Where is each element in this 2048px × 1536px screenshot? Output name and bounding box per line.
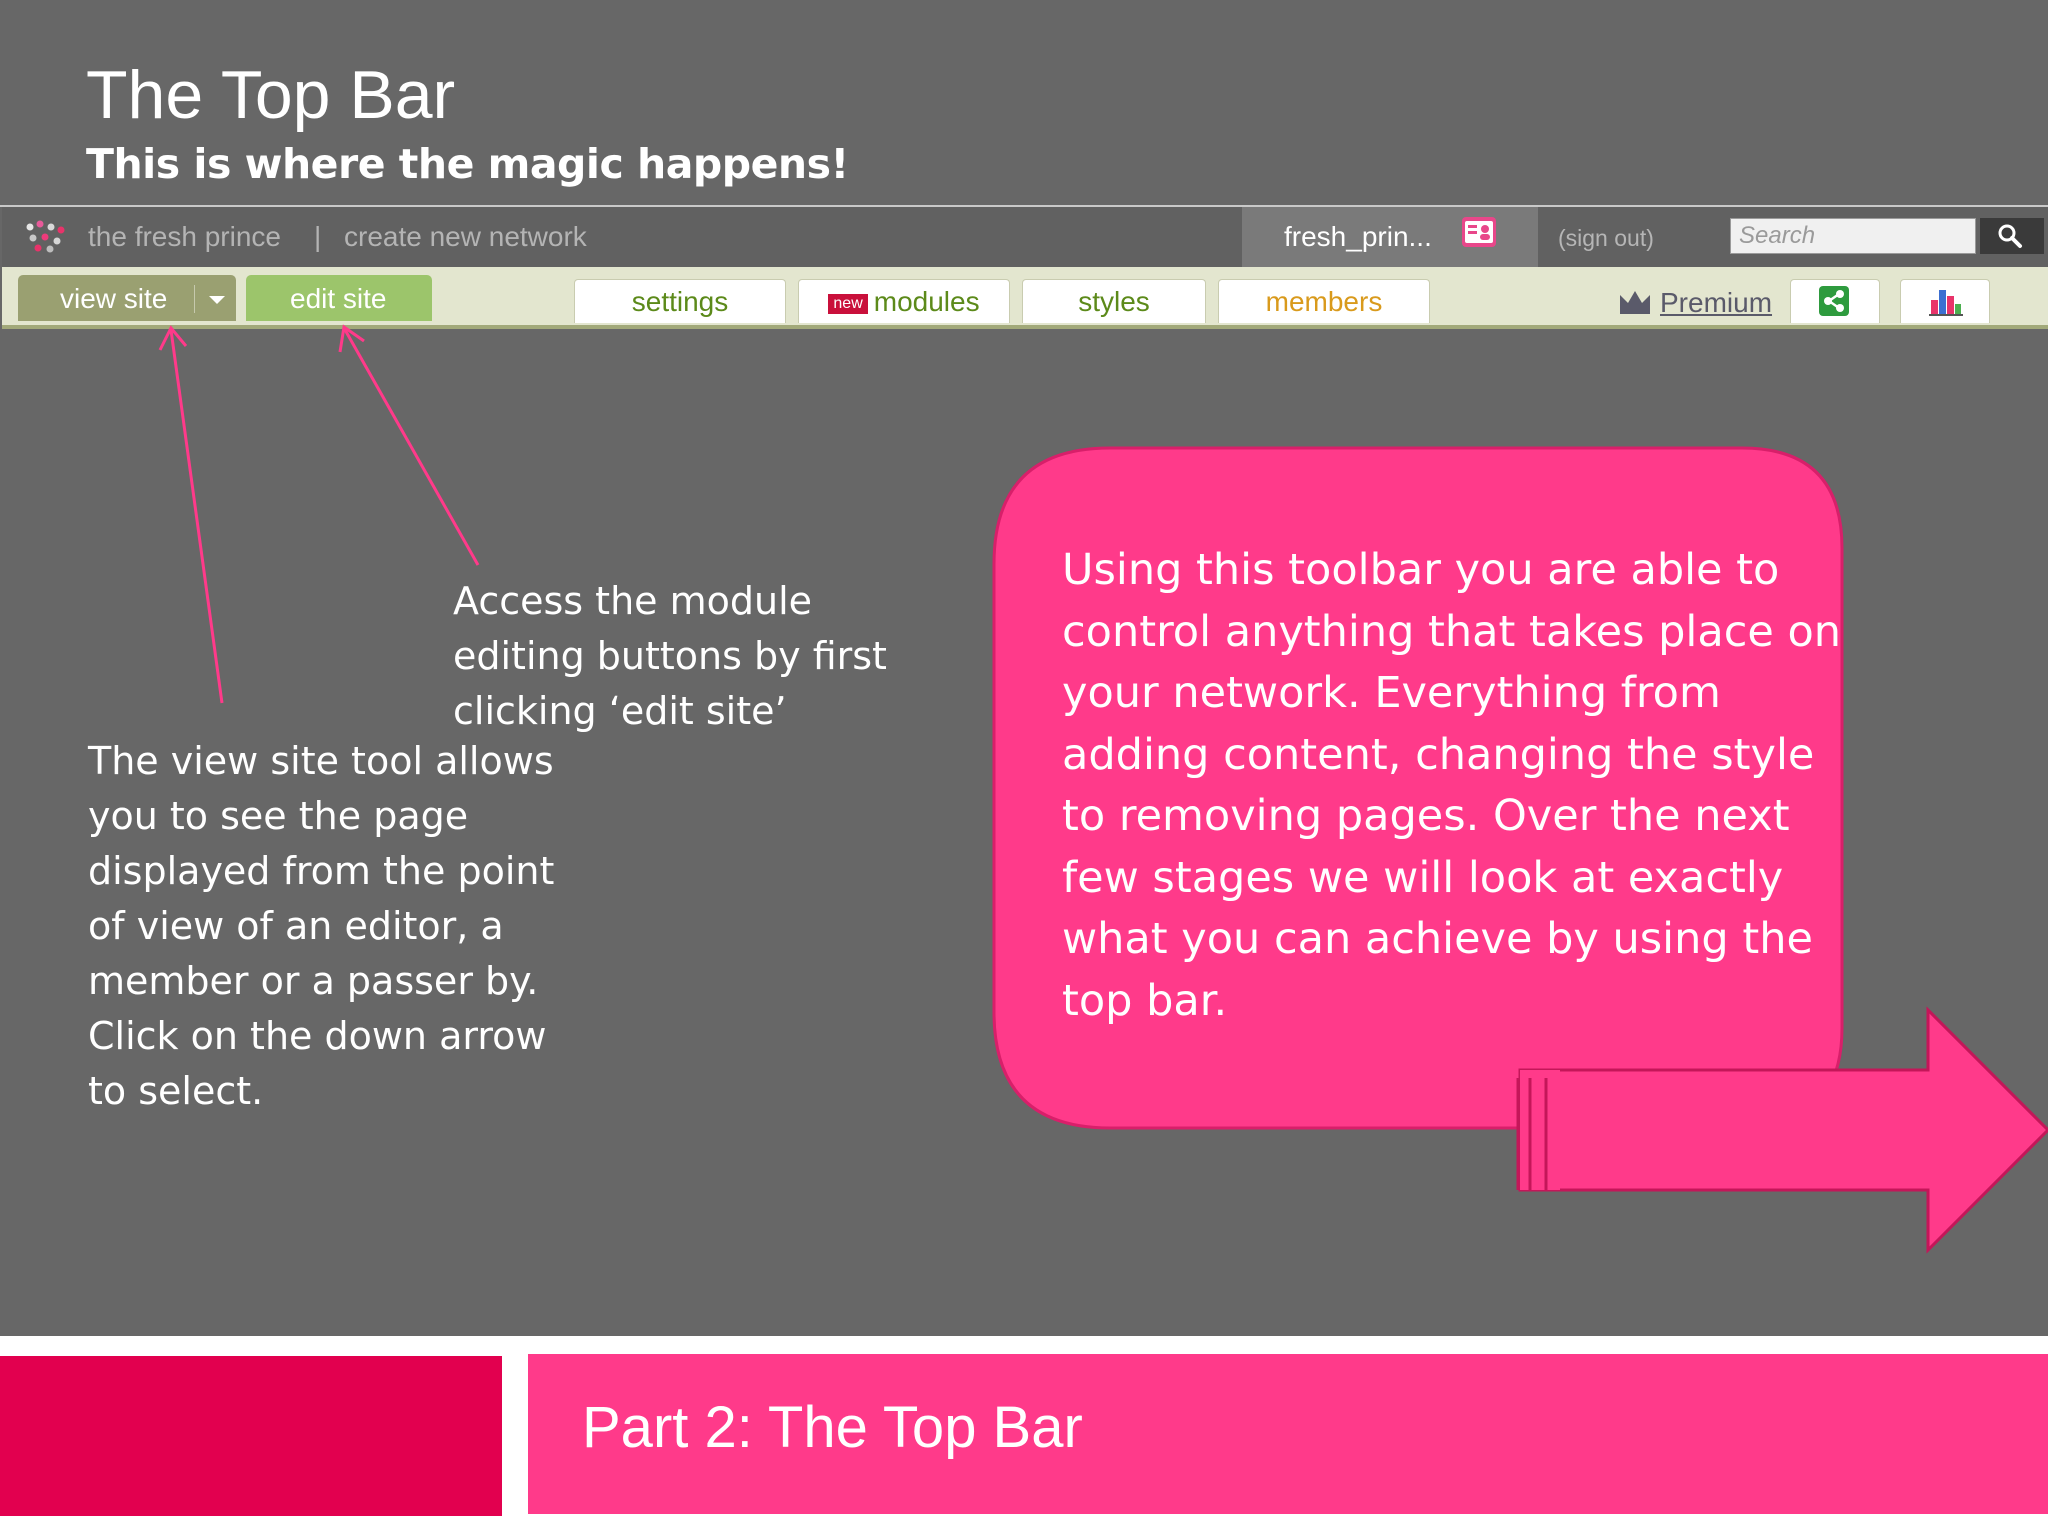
- new-badge: new: [828, 293, 868, 314]
- crown-icon: [1620, 291, 1650, 314]
- bar-chart-icon: [1929, 290, 1963, 316]
- share-button[interactable]: [1790, 279, 1880, 323]
- tab-settings[interactable]: settings: [574, 279, 786, 323]
- network-name-link[interactable]: the fresh prince: [88, 221, 281, 253]
- slide-title: The Top Bar: [86, 57, 456, 133]
- sign-out-link[interactable]: (sign out): [1558, 225, 1654, 252]
- edit-site-button[interactable]: edit site: [246, 275, 432, 321]
- chevron-down-icon[interactable]: [204, 287, 230, 311]
- top-bar-screenshot: the fresh prince | create new network fr…: [2, 207, 2048, 335]
- edit-site-pointer-arrow: [338, 324, 480, 566]
- footer-accent-block: [0, 1356, 502, 1516]
- share-icon: [1819, 286, 1849, 316]
- callout-bubble-text: Using this toolbar you are able to contr…: [1062, 545, 1842, 1026]
- username-link[interactable]: fresh_prin...: [1284, 221, 1432, 253]
- toolbar-top-row: the fresh prince | create new network fr…: [2, 207, 2048, 267]
- stats-button[interactable]: [1900, 279, 1990, 323]
- separator: |: [314, 221, 322, 252]
- view-site-pointer-arrow: [158, 325, 224, 704]
- user-account-box: fresh_prin...: [1242, 207, 1538, 267]
- profile-card-icon[interactable]: [1462, 217, 1496, 247]
- premium-label: Premium: [1660, 287, 1773, 318]
- tab-modules[interactable]: new modules: [798, 279, 1010, 323]
- search-button[interactable]: [1980, 218, 2044, 254]
- tab-styles[interactable]: styles: [1022, 279, 1206, 323]
- view-site-divider: [194, 285, 195, 313]
- search-input[interactable]: [1730, 218, 1976, 254]
- edit-site-annotation: Access the module editing buttons by fir…: [453, 579, 887, 733]
- slide-subtitle: This is where the magic happens!: [86, 140, 849, 188]
- toolbar-bottom-row: view site edit site settings new modules …: [2, 267, 2048, 325]
- view-site-annotation: The view site tool allows you to see the…: [88, 739, 555, 1113]
- edit-site-label: edit site: [290, 283, 387, 314]
- tab-members[interactable]: members: [1218, 279, 1430, 323]
- view-site-button[interactable]: view site: [18, 275, 236, 321]
- search-icon: [1998, 224, 2022, 248]
- tab-modules-label: modules: [873, 286, 980, 317]
- footer-title: Part 2: The Top Bar: [582, 1395, 1083, 1460]
- view-site-label: view site: [60, 283, 168, 314]
- create-network-link[interactable]: create new network: [344, 221, 587, 253]
- toolbar-bottom-border: [2, 325, 2048, 329]
- logo-icon[interactable]: [24, 219, 68, 255]
